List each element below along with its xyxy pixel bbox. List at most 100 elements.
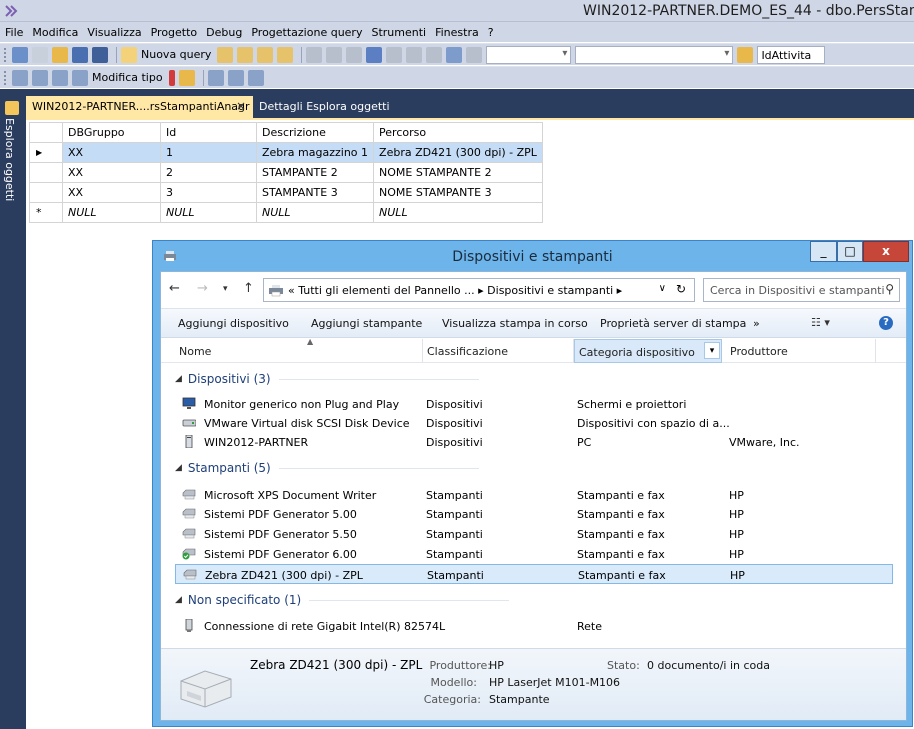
grid-cell[interactable]: NOME STAMPANTE 2	[373, 162, 543, 183]
add-printer-button[interactable]: Aggiungi stampante	[311, 317, 422, 330]
list-item[interactable]: Sistemi PDF Generator 5.00 Stampanti Sta…	[175, 504, 893, 524]
save-all-icon[interactable]	[92, 46, 108, 63]
add-derived-table-icon[interactable]	[247, 69, 264, 86]
list-item[interactable]: VMware Virtual disk SCSI Disk Device Dis…	[175, 413, 893, 433]
show-criteria-pane-icon[interactable]	[32, 69, 48, 86]
menu-modifica[interactable]: Modifica	[32, 26, 78, 39]
col-header-percorso[interactable]: Percorso	[373, 122, 543, 143]
navigate-back-icon[interactable]	[406, 46, 423, 63]
add-device-button[interactable]: Aggiungi dispositivo	[178, 317, 289, 330]
paste-icon[interactable]	[346, 46, 363, 63]
menu-strumenti[interactable]: Strumenti	[371, 26, 426, 39]
col-header-dbgruppo[interactable]: DBGruppo	[62, 122, 161, 143]
search-icon[interactable]: ⚲	[885, 282, 894, 296]
grid-cell[interactable]: NULL	[373, 202, 543, 223]
address-bar[interactable]: « Tutti gli elementi del Pannello ... ▸ …	[263, 278, 695, 302]
col-header-id[interactable]: Id	[160, 122, 257, 143]
print-server-properties-button[interactable]: Proprietà server di stampa	[600, 317, 746, 330]
grid-cell[interactable]: STAMPANTE 2	[255, 162, 375, 183]
group-header-non-specificato[interactable]: ◢ Non specificato (1)	[175, 593, 510, 607]
see-whats-printing-button[interactable]: Visualizza stampa in corso	[442, 317, 588, 330]
close-icon[interactable]: ×	[236, 99, 246, 113]
row-header[interactable]	[29, 182, 63, 203]
new-row-marker[interactable]: *	[29, 202, 63, 223]
col-header-produttore[interactable]: Produttore	[726, 339, 876, 363]
find-in-files-icon[interactable]	[737, 46, 754, 63]
pin-icon[interactable]	[5, 101, 19, 115]
navigate-forward-icon[interactable]	[426, 46, 443, 63]
list-item[interactable]: Sistemi PDF Generator 5.50 Stampanti Sta…	[175, 524, 893, 544]
new-query-button[interactable]: Nuova query	[141, 48, 211, 61]
show-diagram-pane-icon[interactable]	[12, 69, 28, 86]
devices-printers-window[interactable]: Dispositivi e stampanti _ □ x ← → ▾ ↑ « …	[152, 240, 913, 727]
help-icon[interactable]: ?	[879, 316, 893, 330]
forward-button[interactable]: →	[197, 281, 208, 296]
grid-cell[interactable]: XX	[62, 142, 161, 163]
start-icon[interactable]	[466, 46, 483, 63]
tab-table-editor[interactable]: WIN2012-PARTNER....rsStampantiAnagr ×	[26, 96, 253, 118]
redo-icon[interactable]	[386, 46, 403, 63]
col-header-nome[interactable]: Nome ▲	[175, 337, 423, 363]
save-icon[interactable]	[72, 46, 88, 63]
solution-platforms-combo[interactable]	[575, 45, 734, 64]
add-item-icon[interactable]	[32, 46, 48, 63]
list-item[interactable]: Monitor generico non Plug and Play Dispo…	[175, 394, 893, 414]
grid-cell[interactable]: 3	[160, 182, 257, 203]
recent-locations-button[interactable]: ▾	[223, 284, 228, 294]
menu-help[interactable]: ?	[488, 26, 494, 39]
refresh-icon[interactable]: ↻	[676, 282, 686, 296]
list-item[interactable]: Sistemi PDF Generator 6.00 Stampanti Sta…	[175, 544, 893, 564]
list-item[interactable]: Microsoft XPS Document Writer Stampanti …	[175, 485, 893, 505]
new-project-icon[interactable]	[12, 46, 28, 63]
column-filter-dropdown[interactable]: ▾	[704, 342, 720, 359]
minimize-button[interactable]: _	[810, 241, 837, 262]
row-header-corner[interactable]	[29, 122, 63, 143]
database-engine-query-icon[interactable]	[217, 46, 234, 63]
solution-configurations-combo[interactable]	[486, 45, 572, 64]
show-results-pane-icon[interactable]	[72, 69, 88, 86]
execute-sql-icon[interactable]	[168, 69, 175, 86]
row-header[interactable]	[29, 162, 63, 183]
toolbar-grip[interactable]	[4, 47, 8, 62]
change-view-button[interactable]: ☷ ▾	[811, 316, 830, 329]
xmla-query-icon[interactable]	[277, 46, 294, 63]
breadcrumb[interactable]: « Tutti gli elementi del Pannello ... ▸ …	[288, 284, 622, 297]
find-combo[interactable]: IdAttivita	[757, 45, 826, 64]
grid-cell[interactable]: NULL	[62, 202, 161, 223]
grid-cell[interactable]: STAMPANTE 3	[255, 182, 375, 203]
tab-object-explorer-details[interactable]: Dettagli Esplora oggetti	[253, 96, 396, 118]
group-header-dispositivi[interactable]: ◢ Dispositivi (3)	[175, 372, 479, 386]
add-table-icon[interactable]	[227, 69, 244, 86]
menu-progettazione-query[interactable]: Progettazione query	[251, 26, 362, 39]
grid-cell[interactable]: NULL	[255, 202, 375, 223]
analysis-query-icon[interactable]	[237, 46, 254, 63]
cut-icon[interactable]	[306, 46, 323, 63]
group-header-stampanti[interactable]: ◢ Stampanti (5)	[175, 461, 479, 475]
table-row[interactable]: XX 3 STAMPANTE 3 NOME STAMPANTE 3	[29, 182, 543, 203]
list-item[interactable]: WIN2012-PARTNER Dispositivi PC VMware, I…	[175, 432, 893, 452]
object-explorer-sidetab[interactable]: Esplora oggetti	[0, 96, 24, 246]
mdx-query-icon[interactable]	[257, 46, 274, 63]
change-type-button[interactable]: Modifica tipo	[92, 71, 163, 84]
grid-cell[interactable]: NOME STAMPANTE 3	[373, 182, 543, 203]
results-grid[interactable]: DBGruppo Id Descrizione Percorso ▶ XX 1 …	[29, 122, 543, 223]
menu-visualizza[interactable]: Visualizza	[87, 26, 141, 39]
grid-cell[interactable]: Zebra magazzino 1	[255, 142, 375, 163]
chevron-down-icon[interactable]: ∨	[659, 283, 666, 294]
menu-file[interactable]: File	[5, 26, 23, 39]
menu-progetto[interactable]: Progetto	[151, 26, 198, 39]
new-query-icon[interactable]	[121, 46, 137, 63]
grid-cell[interactable]: XX	[62, 182, 161, 203]
grid-cell[interactable]: Zebra ZD421 (300 dpi) - ZPL	[373, 142, 543, 163]
collapse-icon[interactable]: ◢	[175, 595, 182, 605]
close-button[interactable]: x	[863, 241, 909, 262]
list-item[interactable]: Connessione di rete Gigabit Intel(R) 825…	[175, 616, 893, 636]
maximize-button[interactable]: □	[837, 241, 863, 262]
window-titlebar[interactable]: Dispositivi e stampanti _ □ x	[153, 241, 912, 271]
grid-cell[interactable]: 1	[160, 142, 257, 163]
table-row-new[interactable]: * NULL NULL NULL NULL	[29, 202, 543, 223]
table-row[interactable]: ▶ XX 1 Zebra magazzino 1 Zebra ZD421 (30…	[29, 142, 543, 163]
grid-cell[interactable]: NULL	[160, 202, 257, 223]
back-button[interactable]: ←	[169, 281, 180, 296]
menu-finestra[interactable]: Finestra	[435, 26, 479, 39]
